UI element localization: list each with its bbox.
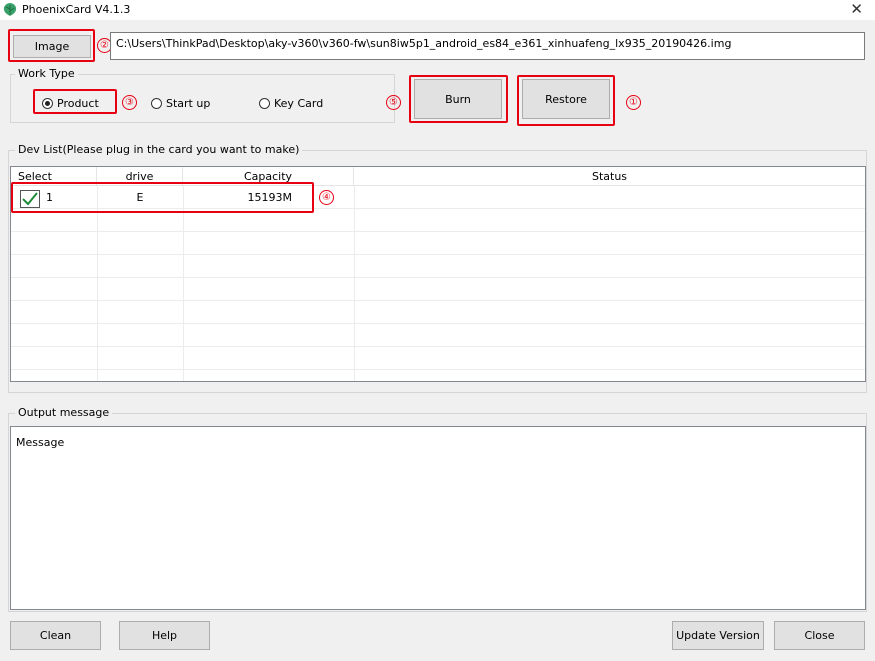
title-bar: PhoenixCard V4.1.3 ✕: [0, 0, 875, 20]
radio-checked-icon: [42, 98, 53, 109]
work-type-title: Work Type: [15, 67, 78, 80]
radio-key-card[interactable]: Key Card: [259, 97, 323, 110]
radio-key-card-label: Key Card: [274, 97, 324, 110]
window-title: PhoenixCard V4.1.3: [22, 3, 131, 16]
output-title: Output message: [15, 406, 113, 419]
table-row: [11, 347, 865, 370]
annotation-number-3: ③: [122, 95, 137, 110]
clean-button[interactable]: Clean: [10, 621, 101, 650]
update-version-button[interactable]: Update Version: [672, 621, 764, 650]
checkmark-icon: [22, 192, 38, 206]
annotation-number-1: ①: [626, 95, 641, 110]
column-header-status[interactable]: Status: [354, 167, 865, 186]
image-path-field[interactable]: C:\Users\ThinkPad\Desktop\aky-v360\v360-…: [110, 32, 865, 60]
image-button[interactable]: Image: [13, 35, 91, 58]
dev-list-title: Dev List(Please plug in the card you wan…: [15, 143, 303, 156]
radio-unchecked-icon: [151, 98, 162, 109]
device-status: [354, 186, 865, 209]
annotation-number-5: ⑤: [386, 95, 401, 110]
radio-product-label: Product: [57, 97, 99, 110]
device-drive: E: [136, 191, 144, 204]
device-list[interactable]: Select drive Capacity Status 1 E 15193M: [10, 166, 866, 382]
radio-product[interactable]: Product: [42, 97, 99, 110]
table-row: [11, 324, 865, 347]
table-row: [11, 278, 865, 301]
column-header-drive[interactable]: drive: [97, 167, 183, 186]
burn-button[interactable]: Burn: [414, 79, 502, 119]
device-select-checkbox[interactable]: [20, 190, 40, 208]
device-index: 1: [46, 191, 53, 204]
restore-button[interactable]: Restore: [522, 79, 610, 119]
table-row: [11, 255, 865, 278]
phoenix-leaf-icon: [3, 3, 17, 16]
help-button[interactable]: Help: [119, 621, 210, 650]
radio-start-up[interactable]: Start up: [151, 97, 210, 110]
device-capacity: 15193M: [247, 191, 292, 204]
close-window-icon[interactable]: ✕: [850, 0, 863, 18]
column-header-select[interactable]: Select: [11, 167, 97, 186]
output-message-box[interactable]: Message: [10, 426, 866, 610]
table-row: [11, 301, 865, 324]
table-row[interactable]: 1 E 15193M: [11, 186, 865, 209]
radio-start-up-label: Start up: [166, 97, 211, 110]
close-button[interactable]: Close: [774, 621, 865, 650]
column-header-capacity[interactable]: Capacity: [183, 167, 354, 186]
annotation-number-4: ④: [319, 190, 334, 205]
radio-unchecked-icon: [259, 98, 270, 109]
phoenixcard-window: PhoenixCard V4.1.3 ✕ Image ② C:\Users\Th…: [0, 0, 875, 661]
table-row: [11, 232, 865, 255]
device-list-header: Select drive Capacity Status: [11, 167, 865, 186]
table-row: [11, 209, 865, 232]
